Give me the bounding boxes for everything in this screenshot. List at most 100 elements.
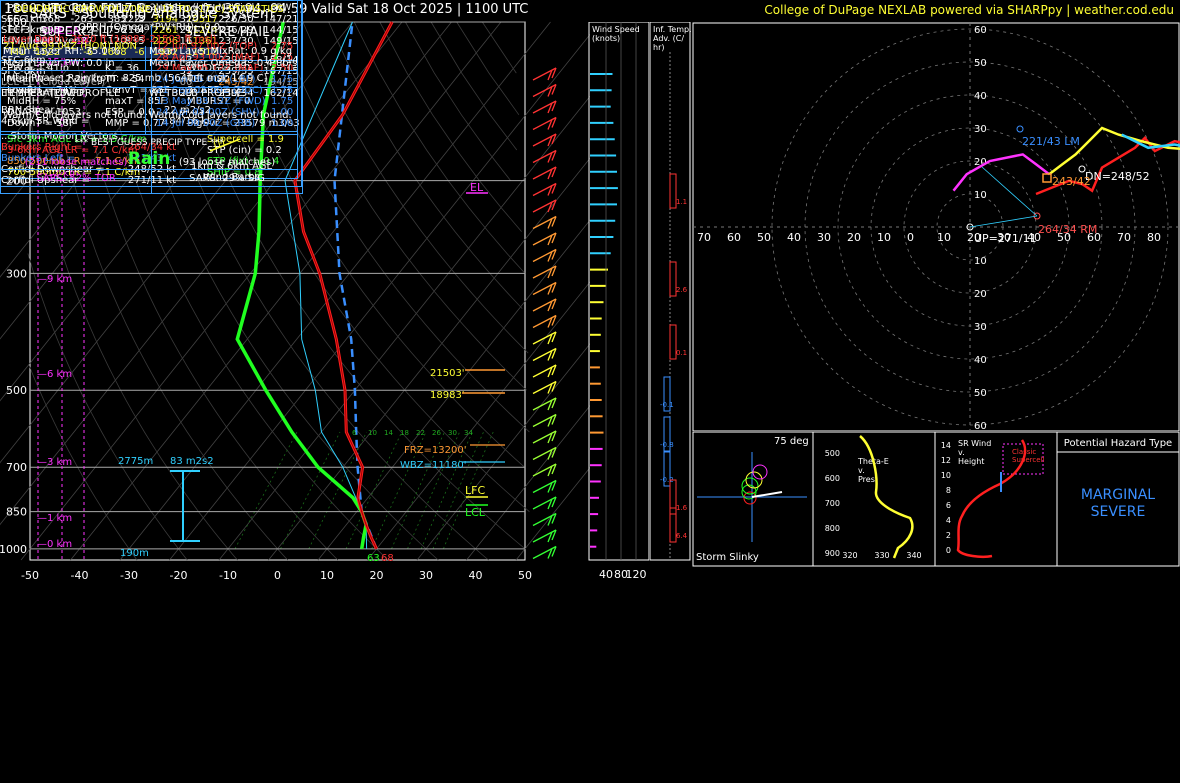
el-label: EL <box>470 181 484 194</box>
dgz-panel: DENDRITIC GROWTH ZONE (-12 TO -17 C) STA… <box>0 0 299 170</box>
dgz-phase: Inital Phase: Rain from: 825 mb (5640 ft… <box>3 73 268 84</box>
pressure-tick: 1000 <box>0 543 27 556</box>
mixing-ratio-tick: 18 <box>400 429 409 437</box>
height-label: —1 km <box>37 513 72 524</box>
pressure-tick: 300 <box>6 267 27 280</box>
mixing-ratio-tick: 34 <box>464 429 473 437</box>
temp-advection-value: 1.1 <box>676 198 687 206</box>
mixing-ratio-tick: 30 <box>448 429 457 437</box>
right-mover-label: 264/34 RM <box>1038 223 1097 236</box>
thetae-x-tick: 340 <box>906 551 921 560</box>
hodograph-chart: 10102020303040405050606070 60 50 40 30 20 10 0 1… <box>692 22 1180 432</box>
thetae-p-tick: 600 <box>825 474 840 483</box>
upshear-label: UP=271/11 <box>974 232 1037 245</box>
height-label: —6 km <box>37 369 72 380</box>
temp-tick: 30 <box>419 569 433 582</box>
wind-speed-frame <box>588 22 650 561</box>
temp-tick: 0 <box>274 569 281 582</box>
isotherm <box>466 405 590 561</box>
hodograph-ring-label: 10 <box>974 190 987 201</box>
hodograph-ring-label: 20 <box>974 289 987 300</box>
hodograph-x-tick: 50 <box>757 231 771 244</box>
hodograph-ring-label: 50 <box>974 388 987 399</box>
pressure-tick: 700 <box>6 461 27 474</box>
temp-tick: 40 <box>469 569 483 582</box>
dry-adiabat <box>405 21 511 181</box>
mixing-ratio-tick: 26 <box>432 429 441 437</box>
thetae-p-tick: 500 <box>825 449 840 458</box>
isotherm <box>416 343 590 561</box>
srwind-h-tick: 4 <box>946 516 951 525</box>
hodograph-x-tick: 70 <box>1117 231 1131 244</box>
temp-tick: -40 <box>71 569 89 582</box>
hodograph-x-tick: 60 <box>727 231 741 244</box>
temp-advection-label-line: Inf. Temp. <box>653 25 692 34</box>
hodograph-ring-label: 60 <box>974 25 987 36</box>
dgz-mix: Mean Layer MixRat: 0.9 g/kg <box>149 46 293 57</box>
temp-tick: 20 <box>370 569 384 582</box>
hodograph-x-tick: 70 <box>697 231 711 244</box>
hodograph-x-tick: 10 <box>877 231 891 244</box>
dgz-rh: Mean Layer RH: 35.0 % <box>3 46 121 57</box>
dgz-depth: Layer Depth: 2520 ft (18983-21503 ft msl… <box>3 34 217 45</box>
sfc-dewpoint-label: 63 <box>367 553 380 564</box>
srwind-label-line: Height <box>958 457 984 466</box>
dgz-pw: Mean Layer PW: 0.0 in <box>3 58 115 69</box>
mixing-ratio-tick: 6 <box>352 429 357 437</box>
thetae-p-tick: 800 <box>825 524 840 533</box>
mixing-ratio-tick: 14 <box>384 429 393 437</box>
temp-profile-text: Warm/Cold layers not found. <box>3 110 146 121</box>
freezing-level-label: FRZ=13200' <box>404 445 467 456</box>
mixing-ratio-line <box>234 431 298 549</box>
storm-slinky-frame <box>692 432 814 567</box>
sars-supercell-pct: SARS: 52% TOR <box>36 173 116 184</box>
storm-slinky-motion <box>751 491 783 498</box>
dgz-oprh: OPRH (Omega*PW*RH): -0.0 <box>78 22 221 33</box>
temp-tick: -20 <box>170 569 188 582</box>
srwind-label-line: v. <box>958 448 965 457</box>
wind-speed-tick: 40 <box>599 568 613 581</box>
hodograph-ring-label: 10 <box>974 256 987 267</box>
temp-tick: 10 <box>320 569 334 582</box>
height-label: —3 km <box>37 457 72 468</box>
thetae-p-tick: 900 <box>825 549 840 558</box>
pressure-tick: 850 <box>6 506 27 519</box>
hodograph-x-tick: 20 <box>847 231 861 244</box>
temp-advection-value: 1.6 <box>676 504 688 512</box>
wind-speed-chart: 40 80120 Wind Speed(knots) <box>588 22 650 581</box>
hodograph-ring-label: 40 <box>974 91 987 102</box>
hodograph-trace-mid <box>952 153 1050 192</box>
thetae-label-line: v. <box>858 466 865 475</box>
precip-guess-value: Rain <box>127 149 171 169</box>
temp-advection-value: -0.8 <box>660 441 674 449</box>
temp-advection-value: -0.1 <box>660 401 674 409</box>
temp-advection-chart: 1.12.60.1-0.1-0.8-0.21.66.4 Inf. Temp.Ad… <box>650 22 692 561</box>
temp-advection-value: 6.4 <box>676 532 688 540</box>
dry-adiabat <box>481 21 517 74</box>
dgz-omega: Mean Layer Omega: -0.4 ub/s <box>149 58 298 69</box>
hodograph-ring-label: 30 <box>974 124 987 135</box>
temp-advection-value: 2.6 <box>676 286 688 294</box>
mean-wind-label: 243/42 <box>1052 175 1091 188</box>
dgz-bottom-label: 18983' <box>430 390 465 401</box>
hodograph-x-tick: 40 <box>787 231 801 244</box>
srwind-h-tick: 14 <box>941 441 951 450</box>
temp-tick: -30 <box>120 569 138 582</box>
hazard-value-line: SEVERE <box>1091 504 1146 520</box>
left-mover-marker <box>1016 125 1024 133</box>
mixing-ratio-tick: 22 <box>416 429 425 437</box>
storm-slinky-title: 75 deg <box>774 436 809 447</box>
height-label: —9 km <box>37 274 72 285</box>
temp-advection-label-line: hr) <box>653 43 664 52</box>
temp-advection-label-line: Adv. (C/ <box>653 34 684 43</box>
sars-hail-pct: SARS: 29% SIG <box>189 173 265 184</box>
storm-slinky-label: Storm Slinky <box>696 552 759 563</box>
downshear-label: DN=248/52 <box>1085 170 1150 183</box>
temp-tick: -50 <box>21 569 39 582</box>
dgz-title: DENDRITIC GROWTH ZONE (-12 TO -17 C) STA… <box>14 4 284 15</box>
hazard-value-line: MARGINAL <box>1081 487 1155 503</box>
credit-text: College of DuPage NEXLAB powered via SHA… <box>764 3 1174 17</box>
hodograph-ring-label: 50 <box>974 58 987 69</box>
wind-speed-label-line: Wind Speed <box>592 25 640 34</box>
eff-inflow-bottom-label: 190m <box>120 548 149 559</box>
